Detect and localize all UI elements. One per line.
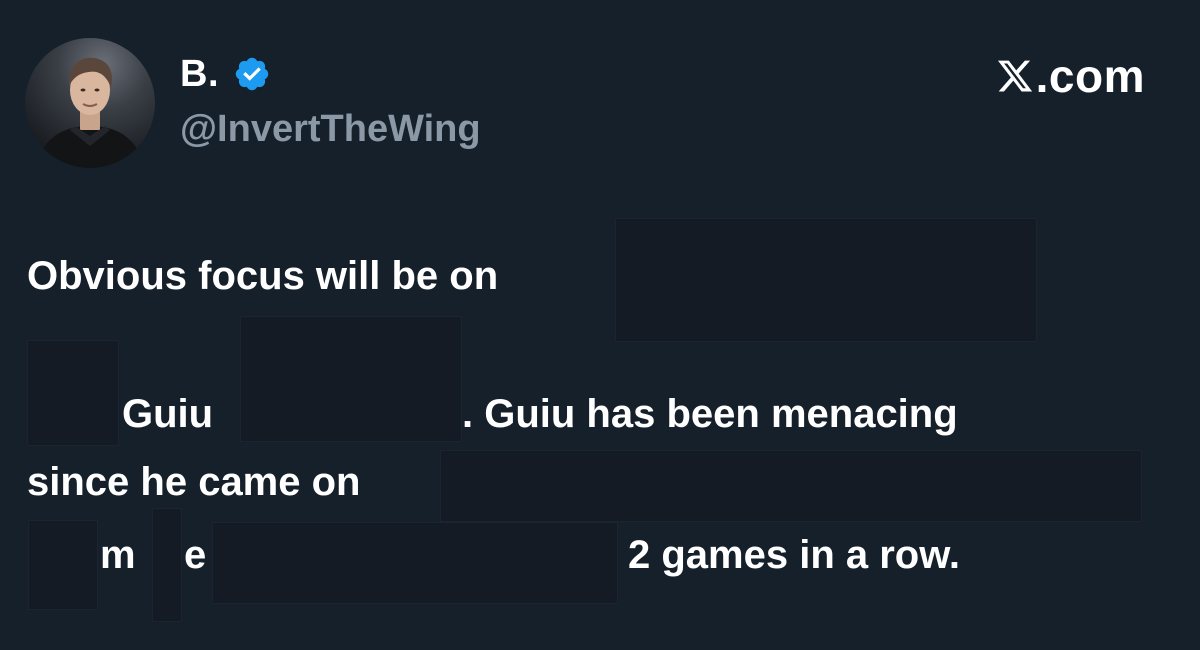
tweet-text-line-1: Obvious focus will be on	[27, 254, 499, 298]
tweet-text-fragment-m: m	[100, 533, 136, 577]
x-logo-icon	[997, 60, 1032, 92]
tweet-text-line-3: since he came on	[27, 460, 361, 504]
tweet-text-line-2: . Guiu has been menacing	[462, 392, 958, 436]
author-display-name[interactable]: B.	[180, 53, 219, 96]
redaction-block	[27, 340, 119, 446]
avatar[interactable]	[25, 38, 155, 168]
tweet-text-fragment-e: e	[184, 533, 207, 577]
redaction-block	[240, 316, 462, 442]
avatar-photo-icon	[35, 57, 145, 168]
tweet-text-word-guiu: Guiu	[122, 392, 214, 436]
verified-badge-icon	[235, 57, 269, 91]
redaction-block	[615, 218, 1037, 342]
redaction-block	[152, 508, 182, 622]
tweet-text-line-4: 2 games in a row.	[628, 533, 960, 577]
author-name-row: B.	[180, 52, 271, 96]
x-com-branding: .com	[996, 50, 1145, 102]
author-handle[interactable]: @InvertTheWing	[180, 108, 481, 151]
redaction-block	[212, 522, 618, 604]
redaction-block	[440, 450, 1142, 522]
domain-suffix: .com	[1035, 50, 1145, 102]
redaction-block	[28, 520, 98, 610]
